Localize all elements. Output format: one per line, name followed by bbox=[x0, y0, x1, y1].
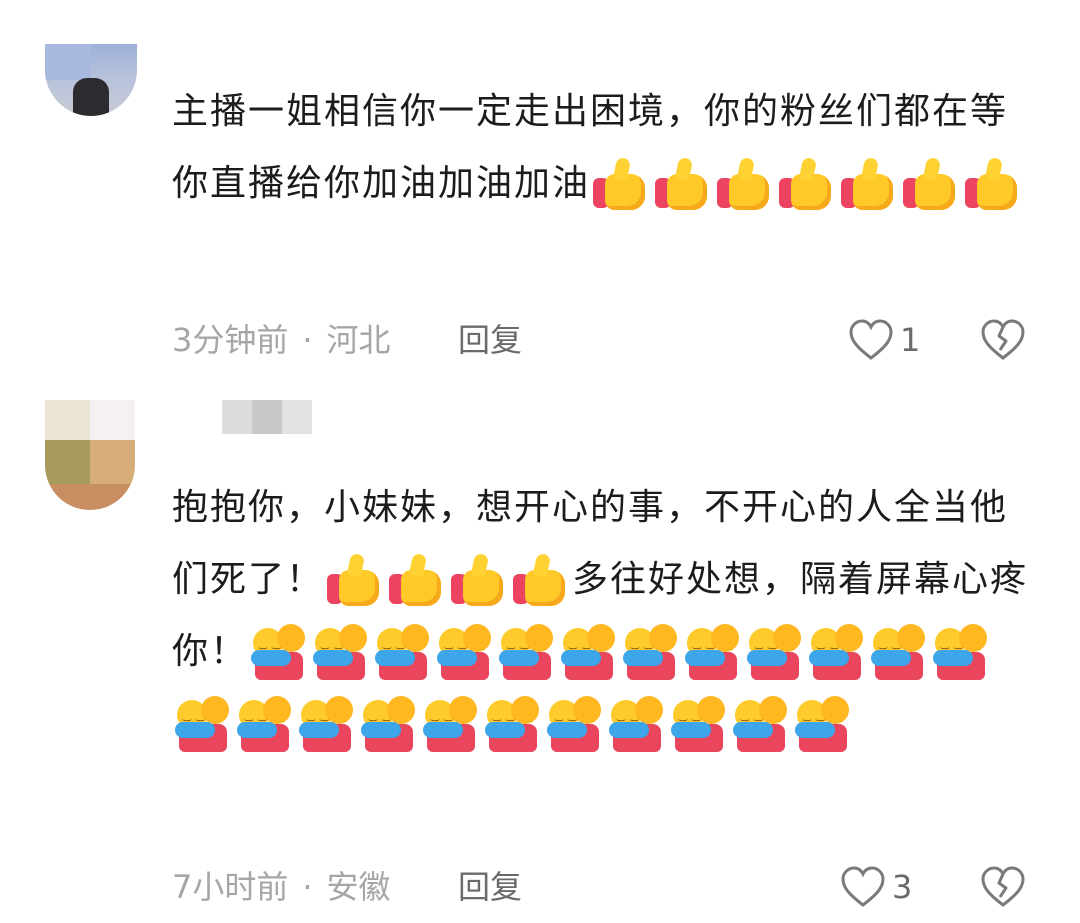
heart-outline-icon bbox=[849, 319, 893, 360]
comment-location: 安徽 bbox=[326, 868, 391, 906]
avatar[interactable] bbox=[45, 400, 135, 510]
comment-text: 主播一姐相信你一定走出困境，你的粉丝们都在等你直播给你加油加油加油 bbox=[172, 76, 1032, 220]
like-button[interactable]: 1 bbox=[848, 318, 920, 362]
avatar[interactable] bbox=[45, 44, 137, 116]
thumbs-up-icon bbox=[653, 156, 713, 214]
hug-icon: ‿ ‿ bbox=[359, 696, 419, 754]
comment-item: 主播一姐相信你一定走出困境，你的粉丝们都在等你直播给你加油加油加油 3分钟前 · 河… bbox=[0, 0, 1080, 390]
hug-icon: ‿ ‿ bbox=[235, 696, 295, 754]
hug-icon: ‿ ‿ bbox=[669, 696, 729, 754]
thumbs-up-icon bbox=[449, 552, 509, 610]
hug-icon: ‿ ‿ bbox=[173, 696, 233, 754]
hug-icon: ‿ ‿ bbox=[373, 624, 433, 682]
hug-icon: ‿ ‿ bbox=[621, 624, 681, 682]
comment-item: 抱抱你，小妹妹，想开心的事，不开心的人全当他们死了！ 多往好处想，隔着屏幕心疼你！… bbox=[0, 390, 1080, 923]
username-blurred[interactable] bbox=[222, 400, 312, 434]
thumbs-up-icon bbox=[387, 552, 447, 610]
hug-icon: ‿ ‿ bbox=[497, 624, 557, 682]
thumbs-up-icon bbox=[963, 156, 1023, 214]
thumbs-up-icon bbox=[777, 156, 837, 214]
hug-icon: ‿ ‿ bbox=[807, 624, 867, 682]
heart-outline-icon bbox=[841, 866, 885, 907]
like-count: 3 bbox=[892, 868, 913, 906]
reply-button[interactable]: 回复 bbox=[458, 318, 522, 362]
reply-button[interactable]: 回复 bbox=[458, 865, 522, 909]
hug-icon: ‿ ‿ bbox=[483, 696, 543, 754]
dislike-button[interactable] bbox=[980, 865, 1026, 909]
hug-icon: ‿ ‿ bbox=[731, 696, 791, 754]
hug-icon: ‿ ‿ bbox=[435, 624, 495, 682]
thumbs-up-icon bbox=[715, 156, 775, 214]
hug-icon: ‿ ‿ bbox=[311, 624, 371, 682]
like-button[interactable]: 3 bbox=[840, 865, 912, 909]
comment-time: 3分钟前 bbox=[172, 321, 289, 359]
comment-meta: 7小时前 · 安徽 bbox=[172, 868, 391, 906]
thumbs-up-icon bbox=[325, 552, 385, 610]
hug-icon: ‿ ‿ bbox=[931, 624, 991, 682]
thumbs-up-icon bbox=[511, 552, 571, 610]
hug-icon: ‿ ‿ bbox=[683, 624, 743, 682]
hug-icon: ‿ ‿ bbox=[297, 696, 357, 754]
broken-heart-icon bbox=[981, 319, 1025, 360]
thumbs-up-icon bbox=[591, 156, 651, 214]
hug-icon: ‿ ‿ bbox=[249, 624, 309, 682]
hug-icon: ‿ ‿ bbox=[869, 624, 929, 682]
hug-icon: ‿ ‿ bbox=[545, 696, 605, 754]
comment-location: 河北 bbox=[326, 321, 391, 359]
comment-time: 7小时前 bbox=[172, 868, 289, 906]
thumbs-up-icon bbox=[839, 156, 899, 214]
dislike-button[interactable] bbox=[980, 318, 1026, 362]
hug-icon: ‿ ‿ bbox=[559, 624, 619, 682]
hug-icon: ‿ ‿ bbox=[745, 624, 805, 682]
comment-meta: 3分钟前 · 河北 bbox=[172, 321, 391, 359]
comment-text: 抱抱你，小妹妹，想开心的事，不开心的人全当他们死了！ 多往好处想，隔着屏幕心疼你！… bbox=[172, 472, 1032, 760]
thumbs-up-icon bbox=[901, 156, 961, 214]
hug-icon: ‿ ‿ bbox=[421, 696, 481, 754]
hug-icon: ‿ ‿ bbox=[607, 696, 667, 754]
hug-icon: ‿ ‿ bbox=[793, 696, 853, 754]
like-count: 1 bbox=[900, 321, 921, 359]
broken-heart-icon bbox=[981, 866, 1025, 907]
